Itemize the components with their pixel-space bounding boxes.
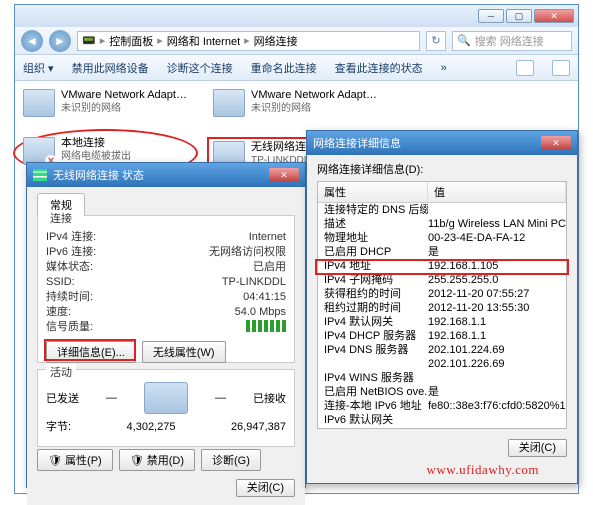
- list-row[interactable]: IPv4 地址192.168.1.105: [318, 259, 566, 273]
- close-button[interactable]: 关闭(C): [508, 439, 567, 457]
- col-property[interactable]: 属性: [318, 182, 428, 202]
- disable-button[interactable]: 🛡 禁用(D): [119, 449, 195, 471]
- activity-icon: [144, 382, 188, 414]
- activity-group-label: 活动: [46, 364, 76, 380]
- list-row[interactable]: 连接特定的 DNS 后缀: [318, 203, 566, 217]
- tb-organize[interactable]: 组织 ▾: [23, 60, 54, 76]
- maximize-button[interactable]: ▢: [506, 9, 532, 23]
- dialog-titlebar[interactable]: 无线网络连接 状态 ✕: [27, 163, 305, 187]
- bc-part[interactable]: 网络连接: [254, 33, 298, 49]
- conn-group-label: 连接: [46, 210, 76, 226]
- bytes-label: 字节:: [46, 420, 71, 435]
- tb-diagnose[interactable]: 诊断这个连接: [167, 60, 233, 76]
- help-icon[interactable]: [552, 60, 570, 76]
- view-icon[interactable]: [516, 60, 534, 76]
- bc-part[interactable]: 网络和 Internet: [167, 33, 240, 49]
- tb-more[interactable]: »: [441, 62, 447, 74]
- tb-status[interactable]: 查看此连接的状态: [335, 60, 423, 76]
- list-row[interactable]: 连接-本地 IPv6 地址fe80::38e3:f76:cfd0:5820%13: [318, 399, 566, 413]
- folder-icon: 📟: [82, 34, 96, 47]
- nav-bar: ◄ ► 📟 ▸ 控制面板 ▸ 网络和 Internet ▸ 网络连接 ↻ 🔍 搜…: [15, 27, 578, 55]
- list-row[interactable]: 租约过期的时间2012-11-20 13:55:30: [318, 301, 566, 315]
- diagnose-button[interactable]: 诊断(G): [201, 449, 261, 471]
- adapter-icon: [23, 89, 55, 117]
- dialog-close-button[interactable]: ✕: [269, 168, 299, 182]
- sent-label: 已发送: [46, 390, 79, 406]
- tb-disable[interactable]: 禁用此网络设备: [72, 60, 149, 76]
- bytes-sent: 4,302,275: [127, 420, 176, 435]
- list-row[interactable]: IPv4 子网掩码255.255.255.0: [318, 273, 566, 287]
- tb-rename[interactable]: 重命名此连接: [251, 60, 317, 76]
- list-row[interactable]: IPv4 WINS 服务器: [318, 371, 566, 385]
- adapter-icon: [213, 89, 245, 117]
- list-row[interactable]: 202.101.226.69: [318, 357, 566, 371]
- adapter-title: 本地连接: [61, 137, 191, 150]
- col-value[interactable]: 值: [428, 182, 566, 202]
- signal-bars-icon: [246, 320, 286, 332]
- refresh-button[interactable]: ↻: [426, 31, 446, 51]
- search-icon: 🔍: [457, 34, 471, 47]
- conn-rows: IPv4 连接:Internet IPv6 连接:无网络访问权限 媒体状态:已启…: [46, 230, 286, 335]
- watermark: www.ufidawhy.com: [427, 462, 539, 478]
- properties-button[interactable]: 🛡 属性(P): [37, 449, 113, 471]
- list-row[interactable]: 获得租约的时间2012-11-20 07:55:27: [318, 287, 566, 301]
- list-row[interactable]: IPv6 默认网关: [318, 413, 566, 427]
- list-row[interactable]: 已启用 NetBIOS ove...是: [318, 385, 566, 399]
- forward-button[interactable]: ►: [49, 30, 71, 52]
- list-row[interactable]: 已启用 DHCP是: [318, 245, 566, 259]
- breadcrumb[interactable]: 📟 ▸ 控制面板 ▸ 网络和 Internet ▸ 网络连接: [77, 31, 420, 51]
- list-row[interactable]: IPv4 DHCP 服务器192.168.1.1: [318, 329, 566, 343]
- bc-part[interactable]: 控制面板: [109, 33, 153, 49]
- list-row[interactable]: IPv4 DNS 服务器202.101.224.69: [318, 343, 566, 357]
- adapter-title: VMware Network Adapter VMnet8: [251, 89, 381, 102]
- dialog-title: 网络连接详细信息: [313, 135, 401, 151]
- search-input[interactable]: 🔍 搜索 网络连接: [452, 31, 572, 51]
- dash: —: [106, 392, 117, 404]
- dash: —: [215, 392, 226, 404]
- back-button[interactable]: ◄: [21, 30, 43, 52]
- adapter-vmnet8[interactable]: VMware Network Adapter VMnet8 未识别的网络: [213, 89, 383, 117]
- dialog-titlebar[interactable]: 网络连接详细信息 ✕: [307, 131, 577, 155]
- status-dialog: 无线网络连接 状态 ✕ 常规 连接 IPv4 连接:Internet IPv6 …: [26, 162, 306, 488]
- search-placeholder: 搜索 网络连接: [475, 33, 544, 49]
- dialog-title: 无线网络连接 状态: [53, 167, 144, 183]
- list-row[interactable]: 描述11b/g Wireless LAN Mini PCI Ex: [318, 217, 566, 231]
- close-button[interactable]: 关闭(C): [236, 479, 295, 497]
- adapter-sub: 未识别的网络: [61, 102, 191, 115]
- adapter-sub: 未识别的网络: [251, 102, 381, 115]
- detail-listview[interactable]: 属性 值 连接特定的 DNS 后缀描述11b/g Wireless LAN Mi…: [317, 181, 567, 429]
- wifi-bars-icon: [33, 169, 47, 181]
- window-titlebar: ─ ▢ ✕: [15, 5, 578, 27]
- list-row[interactable]: IPv4 默认网关192.168.1.1: [318, 315, 566, 329]
- close-button[interactable]: ✕: [534, 9, 574, 23]
- detail-dialog: 网络连接详细信息 ✕ 网络连接详细信息(D): 属性 值 连接特定的 DNS 后…: [306, 130, 578, 484]
- details-button[interactable]: 详细信息(E)...: [46, 341, 136, 363]
- minimize-button[interactable]: ─: [478, 9, 504, 23]
- bytes-recv: 26,947,387: [231, 420, 286, 435]
- adapter-icon: [23, 137, 55, 165]
- wireless-props-button[interactable]: 无线属性(W): [142, 341, 226, 363]
- dialog-close-button[interactable]: ✕: [541, 136, 571, 150]
- adapter-vmnet1[interactable]: VMware Network Adapter VMnet1 未识别的网络: [23, 89, 193, 117]
- recv-label: 已接收: [253, 390, 286, 406]
- toolbar: 组织 ▾ 禁用此网络设备 诊断这个连接 重命名此连接 查看此连接的状态 »: [15, 55, 578, 81]
- list-row[interactable]: 物理地址00-23-4E-DA-FA-12: [318, 231, 566, 245]
- adapter-title: VMware Network Adapter VMnet1: [61, 89, 191, 102]
- detail-header: 网络连接详细信息(D):: [317, 161, 567, 177]
